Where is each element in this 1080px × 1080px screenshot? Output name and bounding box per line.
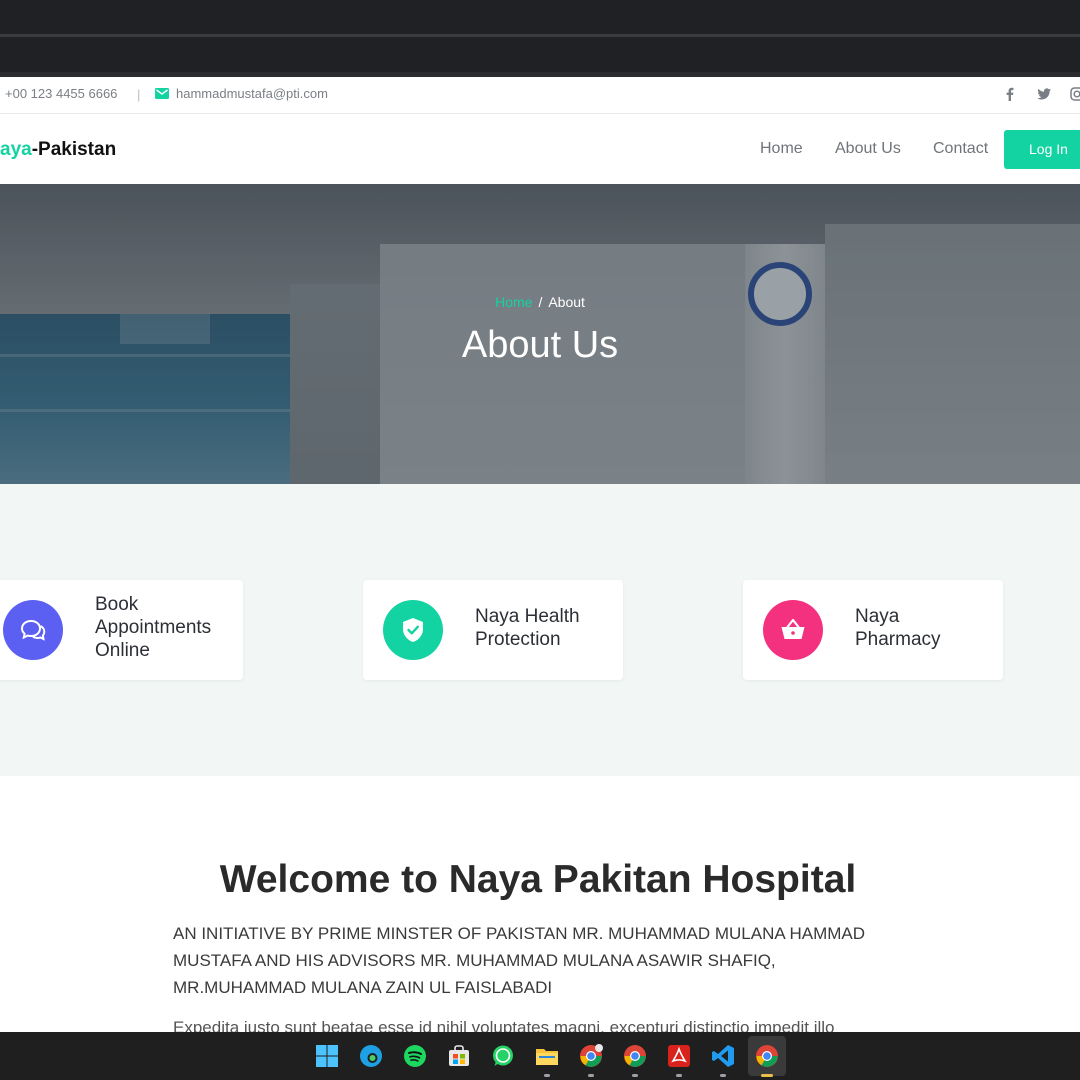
- chrome-active-icon[interactable]: [755, 1044, 779, 1068]
- breadcrumb: Home / About: [0, 294, 1080, 310]
- running-indicator: [676, 1074, 682, 1077]
- edge-icon[interactable]: [359, 1044, 383, 1068]
- feature-label-line: Naya: [855, 606, 900, 627]
- active-indicator: [761, 1074, 773, 1077]
- chrome-icon[interactable]: [623, 1044, 647, 1068]
- running-indicator: [544, 1074, 550, 1077]
- feature-card-health-protection[interactable]: Naya Health Protection: [363, 580, 623, 680]
- welcome-subtitle: AN INITIATIVE BY PRIME MINSTER OF PAKIST…: [173, 924, 866, 997]
- email-link[interactable]: hammadmustafa@pti.com: [176, 86, 328, 101]
- feature-label: Book Appointments Online: [95, 593, 211, 662]
- feature-label-line: Online: [95, 640, 150, 661]
- feature-icon-circle: [383, 600, 443, 660]
- feature-label-line: Pharmacy: [855, 629, 941, 650]
- twitter-icon[interactable]: [1037, 87, 1051, 101]
- feature-label-line: Naya Health: [475, 606, 580, 627]
- running-indicator: [720, 1074, 726, 1077]
- spotify-icon[interactable]: [403, 1044, 427, 1068]
- feature-label: Naya Pharmacy: [855, 605, 941, 651]
- breadcrumb-separator: /: [538, 294, 543, 310]
- acrobat-icon[interactable]: [667, 1044, 691, 1068]
- nav-about-us[interactable]: About Us: [835, 140, 901, 158]
- instagram-icon[interactable]: [1070, 87, 1080, 101]
- phone-number: +00 123 4455 6666: [5, 86, 118, 101]
- chat-icon: [20, 619, 46, 641]
- feature-card-appointments[interactable]: Book Appointments Online: [0, 580, 243, 680]
- running-indicator: [632, 1074, 638, 1077]
- feature-label-line: Appointments: [95, 617, 212, 638]
- file-explorer-icon[interactable]: [535, 1044, 559, 1068]
- feature-icon-circle: [763, 600, 823, 660]
- windows-taskbar: [0, 1032, 1080, 1080]
- brand-logo[interactable]: aya-Pakistan: [0, 139, 116, 161]
- separator: |: [137, 87, 141, 102]
- running-indicator: [588, 1074, 594, 1077]
- facebook-icon[interactable]: [1003, 87, 1017, 101]
- brand-accent: aya: [0, 139, 32, 160]
- top-info-bar: +00 123 4455 6666 | hammadmustafa@pti.co…: [0, 77, 1080, 114]
- feature-icon-circle: [3, 600, 63, 660]
- page-title: About Us: [461, 324, 619, 366]
- nav-contact[interactable]: Contact: [933, 140, 988, 158]
- feature-label: Naya Health Protection: [475, 605, 580, 651]
- features-section: Book Appointments Online Naya Health Pro…: [0, 484, 1080, 776]
- store-icon[interactable]: [447, 1044, 471, 1068]
- breadcrumb-current: About: [548, 294, 585, 310]
- brand-rest: -Pakistan: [31, 139, 117, 160]
- chrome-profile-icon[interactable]: [579, 1044, 603, 1068]
- login-button[interactable]: Log In: [1004, 130, 1080, 169]
- breadcrumb-home-link[interactable]: Home: [495, 294, 532, 310]
- browser-titlebar: [0, 0, 1080, 34]
- feature-label-line: Protection: [475, 629, 561, 650]
- main-navbar: aya-Pakistan Home About Us Contact Log I…: [0, 114, 1080, 184]
- nav-home[interactable]: Home: [760, 140, 803, 158]
- browser-toolbar: [0, 37, 1080, 72]
- welcome-heading: Welcome to Naya Pakitan Hospital: [219, 858, 857, 901]
- hero-banner: Home / About About Us: [0, 184, 1080, 484]
- whatsapp-icon[interactable]: [491, 1044, 515, 1068]
- shield-check-icon: [403, 618, 423, 642]
- feature-label-line: Book: [95, 594, 139, 615]
- windows-start-icon[interactable]: [315, 1044, 339, 1068]
- feature-card-pharmacy[interactable]: Naya Pharmacy: [743, 580, 1003, 680]
- mail-icon: [155, 88, 169, 99]
- vscode-icon[interactable]: [711, 1044, 735, 1068]
- basket-icon: [781, 618, 805, 639]
